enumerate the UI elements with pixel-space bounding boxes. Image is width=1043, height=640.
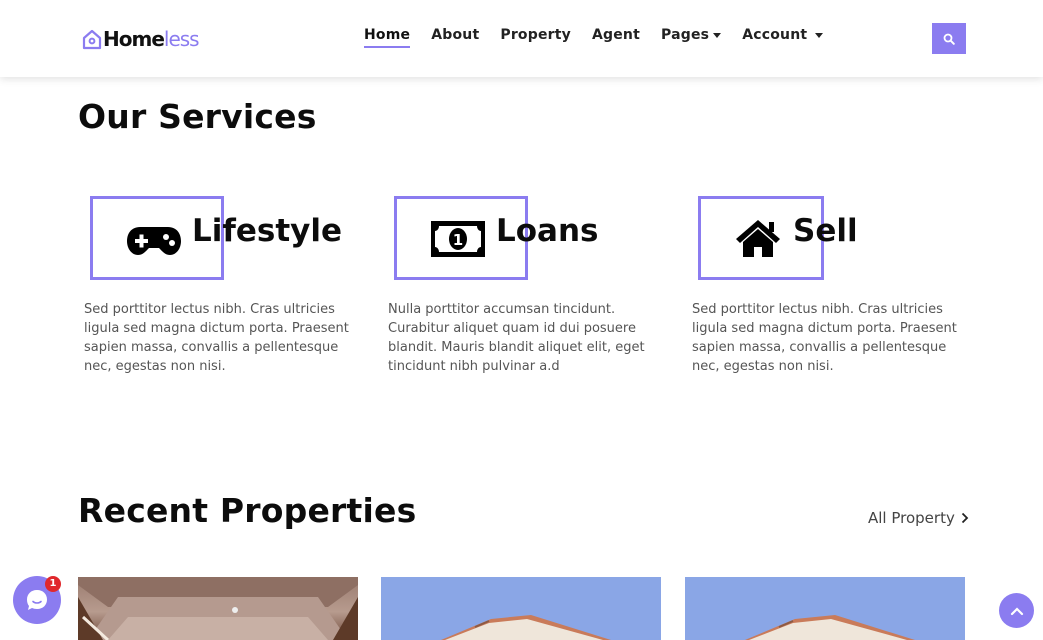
all-property-label: All Property — [868, 509, 955, 527]
chevron-up-icon — [1010, 606, 1023, 615]
nav-item-about[interactable]: About — [431, 26, 479, 48]
property-card-image[interactable] — [381, 577, 661, 640]
navbar: Homeless Home About Property Agent Pages… — [0, 0, 1043, 77]
recent-properties-title: Recent Properties — [78, 491, 417, 530]
money-bill-icon: 1 — [431, 221, 485, 257]
service-label: Lifestyle — [192, 213, 343, 249]
brand-name: Homeless — [103, 26, 200, 52]
scroll-to-top-button[interactable] — [999, 593, 1034, 628]
caret-down-icon — [815, 33, 824, 38]
brand-logo[interactable]: Homeless — [81, 26, 200, 52]
property-photo-house — [685, 577, 965, 640]
service-label: Sell — [793, 213, 858, 249]
search-icon — [943, 33, 955, 45]
property-card-image[interactable] — [78, 577, 358, 640]
nav-label: Pages — [661, 27, 710, 43]
all-property-link[interactable]: All Property — [868, 509, 969, 527]
service-description: Sed porttitor lectus nibh. Cras ultricie… — [84, 302, 349, 374]
services-title: Our Services — [78, 97, 317, 136]
main-nav: Home About Property Agent Pages Account — [364, 26, 844, 48]
house-icon — [736, 220, 780, 257]
nav-label: About — [431, 27, 480, 43]
brand-name-dark: Home — [103, 27, 165, 51]
nav-item-agent[interactable]: Agent — [592, 26, 640, 48]
nav-item-account[interactable]: Account — [742, 26, 824, 48]
nav-item-home[interactable]: Home — [364, 26, 411, 48]
nav-item-pages[interactable]: Pages — [661, 26, 722, 48]
service-label: Loans — [496, 213, 599, 249]
chat-bubble-icon — [27, 590, 47, 610]
nav-item-property[interactable]: Property — [500, 26, 571, 48]
svg-text:1: 1 — [453, 231, 463, 249]
property-photo-house — [381, 577, 661, 640]
nav-label: Agent — [591, 27, 640, 43]
house-outline-icon — [82, 29, 102, 50]
nav-label: Property — [500, 27, 571, 43]
search-button[interactable] — [932, 23, 966, 54]
service-description: Nulla porttitor accumsan tincidunt. Cura… — [388, 302, 645, 374]
gamepad-icon — [127, 227, 181, 255]
caret-down-icon — [713, 33, 722, 38]
chevron-right-icon — [961, 512, 969, 524]
property-card-image[interactable] — [685, 577, 965, 640]
brand-name-light: less — [163, 27, 200, 51]
chat-notification-badge: 1 — [45, 576, 61, 592]
service-description: Sed porttitor lectus nibh. Cras ultricie… — [692, 302, 957, 374]
property-photo-interior — [78, 577, 358, 640]
nav-label: Account — [742, 27, 808, 43]
nav-label: Home — [364, 27, 411, 43]
